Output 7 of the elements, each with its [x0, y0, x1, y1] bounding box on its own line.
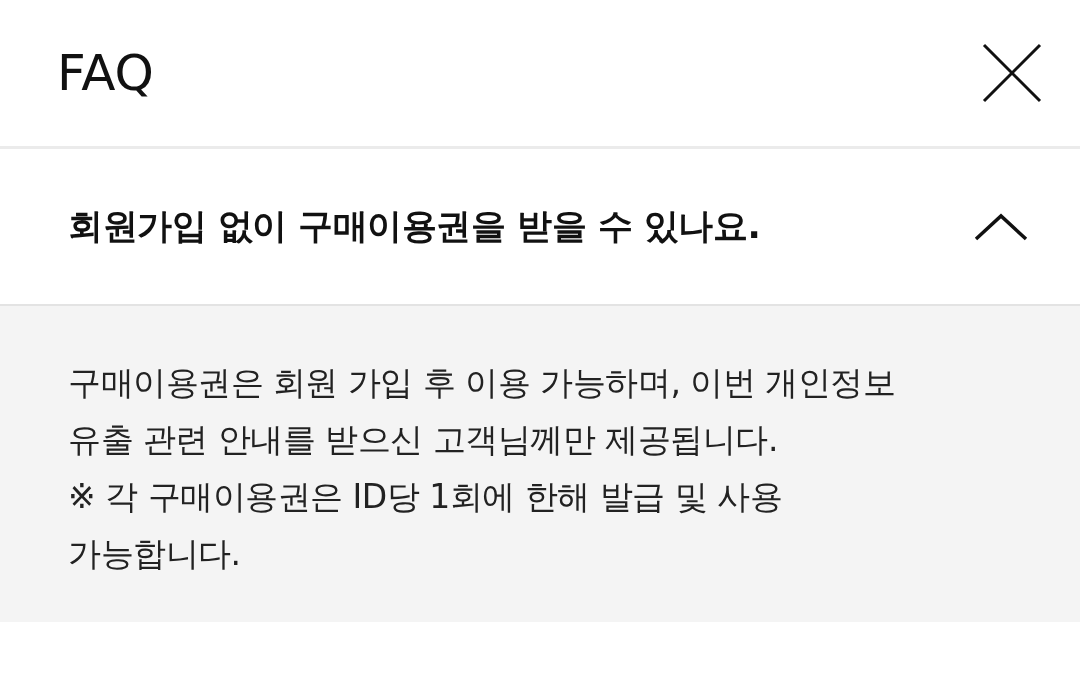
answer-text: 구매이용권은 회원 가입 후 이용 가능하며, 이번 개인정보 — [68, 362, 897, 404]
answer-text: ※ 각 구매이용권은 ID당 1회에 한해 발급 및 사용 — [68, 476, 784, 518]
close-button[interactable] — [982, 43, 1042, 103]
page-title: FAQ — [57, 44, 154, 102]
answer-text: 가능합니다. — [68, 533, 242, 575]
chevron-up-icon — [974, 212, 1028, 241]
answer-text: 유출 관련 안내를 받으신 고객님께만 제공됩니다. — [68, 419, 779, 461]
